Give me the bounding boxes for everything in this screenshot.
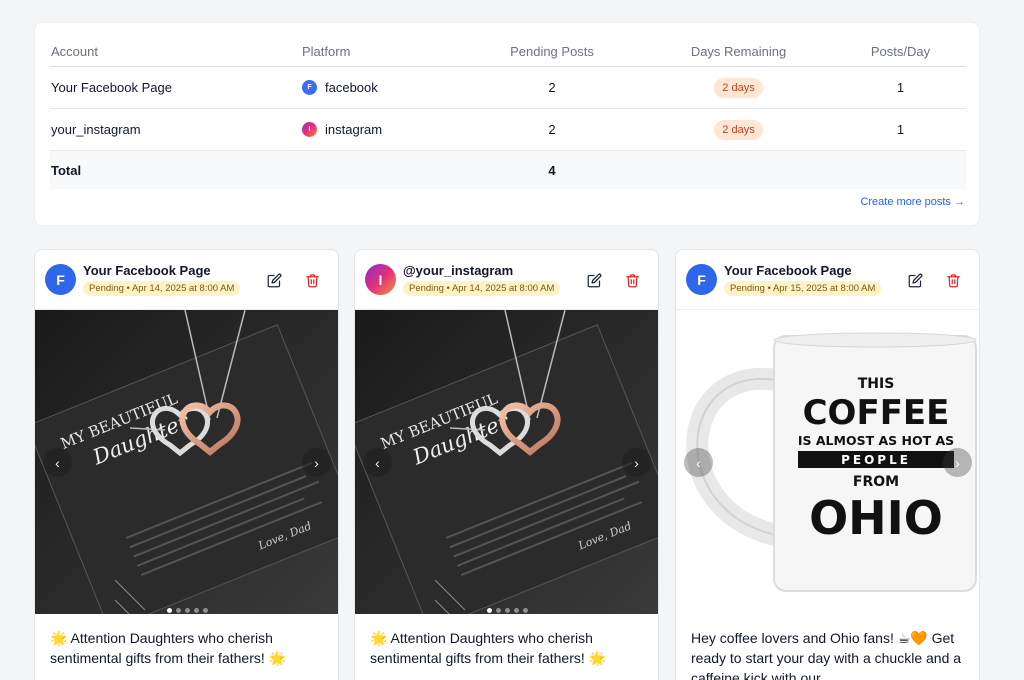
header-platform: Platform <box>302 44 351 59</box>
chevron-left-icon: ‹ <box>55 454 60 471</box>
carousel-dot[interactable] <box>167 608 172 613</box>
necklace-product-image: MY BEAUTIFUL Daughter Love, Dad <box>355 310 658 614</box>
edit-button[interactable] <box>906 271 924 289</box>
mug-product-image: THIS COFFEE IS ALMOST AS HOT AS PEOPLE F… <box>676 310 979 614</box>
posts-per-day: 1 <box>896 80 905 95</box>
post-card-header: F Your Facebook Page Pending • Apr 15, 2… <box>676 250 979 310</box>
avatar: I <box>365 264 396 295</box>
carousel-prev-button[interactable]: ‹ <box>43 448 72 477</box>
carousel-dot[interactable] <box>505 608 510 613</box>
carousel-dot[interactable] <box>176 608 181 613</box>
carousel-next-button[interactable]: › <box>943 448 972 477</box>
header-account: Account <box>51 44 98 59</box>
post-card: F Your Facebook Page Pending • Apr 14, 2… <box>34 249 339 680</box>
svg-text:OHIO: OHIO <box>809 491 943 545</box>
header-pending-posts: Pending Posts <box>510 44 594 59</box>
days-remaining-badge: 2 days <box>714 119 763 140</box>
post-caption: Hey coffee lovers and Ohio fans! ☕🧡 Get … <box>691 630 962 680</box>
trash-icon <box>625 273 639 287</box>
carousel-prev-button[interactable]: ‹ <box>684 448 713 477</box>
chevron-left-icon: ‹ <box>375 454 380 471</box>
edit-icon <box>908 273 922 287</box>
create-more-posts-link[interactable]: Create more posts → <box>860 196 965 208</box>
edit-icon <box>587 273 601 287</box>
chevron-right-icon: › <box>634 454 639 471</box>
post-account-name: Your Facebook Page <box>724 263 852 278</box>
post-account-name: Your Facebook Page <box>83 263 211 278</box>
account-name: Your Facebook Page <box>51 80 172 95</box>
svg-text:IS ALMOST AS HOT AS: IS ALMOST AS HOT AS <box>798 433 954 448</box>
posts-per-day: 1 <box>896 122 905 137</box>
carousel-dot[interactable] <box>487 608 492 613</box>
carousel-next-button[interactable]: › <box>622 448 651 477</box>
status-badge: Pending • Apr 15, 2025 at 8:00 AM <box>724 281 882 296</box>
carousel-dot[interactable] <box>523 608 528 613</box>
post-caption: 🌟 Attention Daughters who cherish sentim… <box>50 630 287 666</box>
necklace-product-image: MY BEAUTIFUL Daughter Love, Dad <box>35 310 338 614</box>
carousel-dots <box>355 600 658 614</box>
trash-icon <box>946 273 960 287</box>
facebook-icon: F <box>302 80 317 95</box>
carousel-dot[interactable] <box>203 608 208 613</box>
chevron-right-icon: › <box>314 454 319 471</box>
table-total-row: Total 4 <box>50 151 966 189</box>
svg-text:THIS: THIS <box>858 376 895 392</box>
post-card-header: I @your_instagram Pending • Apr 14, 2025… <box>355 250 658 310</box>
carousel-next-button[interactable]: › <box>302 448 331 477</box>
post-image-carousel[interactable]: MY BEAUTIFUL Daughter Love, Dad ‹ › <box>355 310 658 614</box>
accounts-summary-card: Account Platform Pending Posts Days Rema… <box>34 22 980 226</box>
chevron-right-icon: › <box>955 454 960 471</box>
avatar: F <box>45 264 76 295</box>
header-days-remaining: Days Remaining <box>690 44 787 59</box>
svg-text:PEOPLE: PEOPLE <box>841 453 911 467</box>
post-card: F Your Facebook Page Pending • Apr 15, 2… <box>675 249 980 680</box>
trash-icon <box>305 273 319 287</box>
account-name: your_instagram <box>51 122 141 137</box>
carousel-dot[interactable] <box>185 608 190 613</box>
days-remaining-cell: 2 days <box>642 77 835 98</box>
table-row: your_instagram I instagram 2 2 days 1 <box>50 109 966 151</box>
platform-name: instagram <box>325 122 383 137</box>
delete-button[interactable] <box>944 271 962 289</box>
svg-text:COFFEE: COFFEE <box>803 393 950 433</box>
table-header: Account Platform Pending Posts Days Rema… <box>50 37 966 67</box>
total-pending-count: 4 <box>548 162 556 178</box>
post-caption: 🌟 Attention Daughters who cherish sentim… <box>370 630 607 666</box>
chevron-left-icon: ‹ <box>696 454 701 471</box>
instagram-icon: I <box>302 122 317 137</box>
edit-button[interactable] <box>265 271 283 289</box>
pending-count: 2 <box>548 80 556 95</box>
platform-name: facebook <box>325 80 378 95</box>
platform-cell: I instagram <box>302 122 462 137</box>
accounts-table: Account Platform Pending Posts Days Rema… <box>50 37 966 189</box>
status-badge: Pending • Apr 14, 2025 at 8:00 AM <box>83 281 241 296</box>
edit-icon <box>267 273 281 287</box>
carousel-dot[interactable] <box>514 608 519 613</box>
header-posts-per-day: Posts/Day <box>870 44 931 59</box>
avatar: F <box>686 264 717 295</box>
post-image-carousel[interactable]: THIS COFFEE IS ALMOST AS HOT AS PEOPLE F… <box>676 310 979 614</box>
pending-count: 2 <box>548 122 556 137</box>
total-label: Total <box>51 162 82 178</box>
post-image-carousel[interactable]: MY BEAUTIFUL Daughter Love, Dad ‹ › <box>35 310 338 614</box>
svg-text:FROM: FROM <box>853 474 899 490</box>
carousel-dots <box>35 600 338 614</box>
status-badge: Pending • Apr 14, 2025 at 8:00 AM <box>403 281 561 296</box>
carousel-dot[interactable] <box>194 608 199 613</box>
platform-cell: F facebook <box>302 80 462 95</box>
days-remaining-badge: 2 days <box>714 77 763 98</box>
delete-button[interactable] <box>303 271 321 289</box>
post-card: I @your_instagram Pending • Apr 14, 2025… <box>354 249 659 680</box>
carousel-prev-button[interactable]: ‹ <box>363 448 392 477</box>
carousel-dot[interactable] <box>496 608 501 613</box>
edit-button[interactable] <box>585 271 603 289</box>
post-card-header: F Your Facebook Page Pending • Apr 14, 2… <box>35 250 338 310</box>
table-row: Your Facebook Page F facebook 2 2 days 1 <box>50 67 966 109</box>
delete-button[interactable] <box>623 271 641 289</box>
post-account-name: @your_instagram <box>403 263 514 278</box>
days-remaining-cell: 2 days <box>642 119 835 140</box>
